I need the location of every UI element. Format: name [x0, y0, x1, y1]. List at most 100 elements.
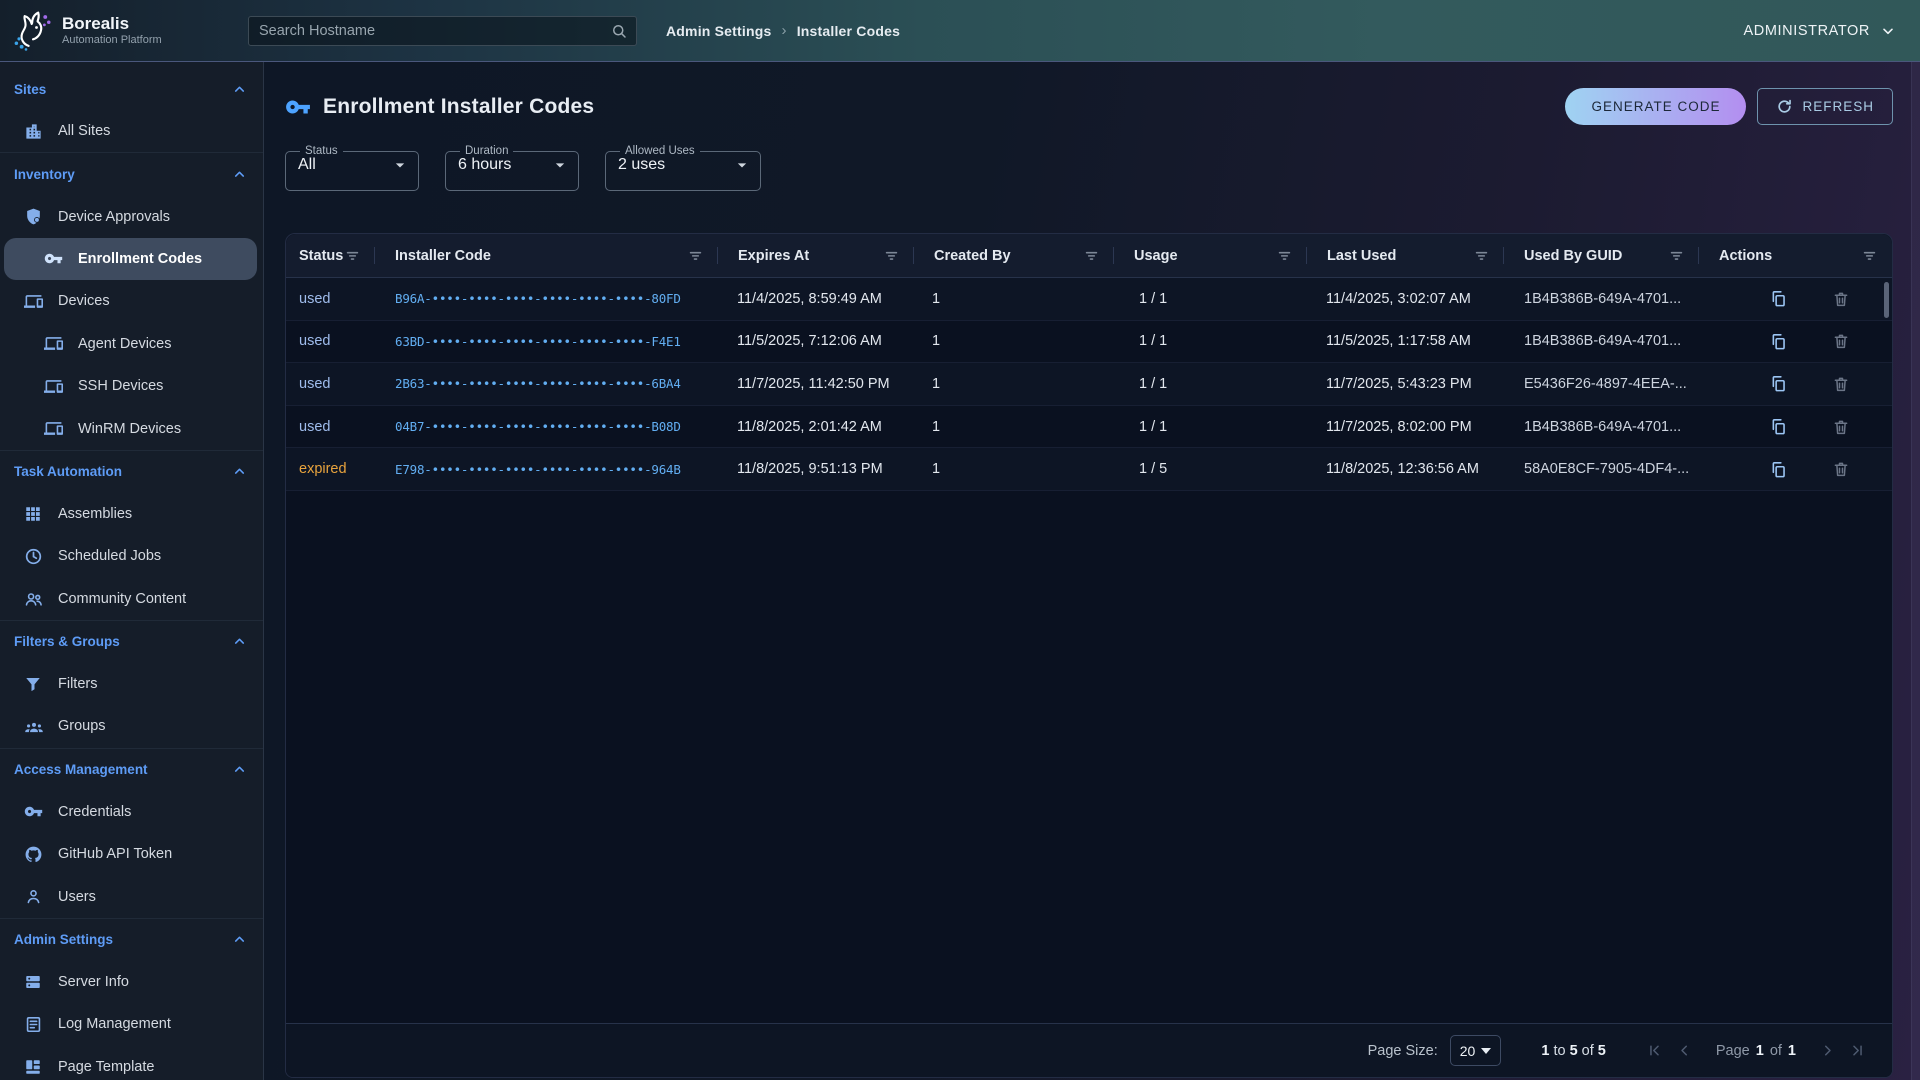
status-badge: used: [299, 333, 330, 349]
delete-button[interactable]: [1832, 375, 1850, 393]
search-box[interactable]: [248, 16, 637, 46]
copy-button[interactable]: [1769, 332, 1788, 351]
usage: 1 / 1: [1114, 333, 1307, 349]
previous-page-button[interactable]: [1672, 1038, 1698, 1064]
duration-filter-select[interactable]: Duration 6 hours: [445, 145, 579, 191]
breadcrumb: Admin Settings › Installer Codes: [666, 22, 900, 39]
page-size-select[interactable]: 20: [1450, 1035, 1502, 1066]
sidebar-item-label: Device Approvals: [58, 209, 170, 225]
status-badge: used: [299, 376, 330, 392]
delete-button[interactable]: [1832, 418, 1850, 436]
table-row: used 04B7-••••-••••-••••-••••-••••-••••-…: [286, 406, 1892, 449]
sidebar-item-users[interactable]: Users: [0, 875, 263, 917]
sidebar-item-filters[interactable]: Filters: [0, 663, 263, 705]
page-scrollbar[interactable]: [1911, 62, 1920, 1080]
column-header-usage[interactable]: Usage: [1114, 234, 1307, 277]
column-header-status[interactable]: Status: [286, 234, 375, 277]
key-icon: [44, 249, 64, 269]
sidebar-item-label: Enrollment Codes: [78, 251, 202, 267]
filter-icon[interactable]: [1473, 247, 1490, 264]
sidebar-item-groups[interactable]: Groups: [0, 705, 263, 747]
sidebar-item-server-info[interactable]: Server Info: [0, 961, 263, 1003]
generate-code-button[interactable]: GENERATE CODE: [1565, 88, 1746, 125]
column-header-actions[interactable]: Actions: [1699, 234, 1892, 277]
groups-icon: [24, 716, 44, 736]
created-by: 1: [914, 419, 1114, 435]
delete-button[interactable]: [1832, 290, 1850, 308]
copy-button[interactable]: [1769, 289, 1788, 308]
sidebar-item-agent-devices[interactable]: Agent Devices: [0, 323, 263, 365]
column-header-expires-at[interactable]: Expires At: [718, 234, 914, 277]
sidebar-section-filters-groups[interactable]: Filters & Groups: [0, 621, 263, 663]
table-row: used 63BD-••••-••••-••••-••••-••••-••••-…: [286, 321, 1892, 364]
column-header-last-used[interactable]: Last Used: [1307, 234, 1504, 277]
sidebar-item-enrollment-codes[interactable]: Enrollment Codes: [4, 238, 257, 280]
sidebar-item-winrm-devices[interactable]: WinRM Devices: [0, 407, 263, 449]
breadcrumb-admin-settings[interactable]: Admin Settings: [666, 23, 771, 39]
allowed-uses-filter-value: 2 uses: [618, 156, 732, 174]
trash-icon: [1832, 375, 1850, 393]
filter-icon[interactable]: [1276, 247, 1293, 264]
sidebar-section-task-automation[interactable]: Task Automation: [0, 451, 263, 493]
sidebar-item-label: Community Content: [58, 591, 186, 607]
installer-code[interactable]: 63BD-••••-••••-••••-••••-••••-••••-F4E1: [375, 334, 718, 349]
pager: Page1 of1: [1642, 1038, 1870, 1064]
installer-code[interactable]: E798-••••-••••-••••-••••-••••-••••-964B: [375, 462, 718, 477]
installer-code[interactable]: 04B7-••••-••••-••••-••••-••••-••••-B08D: [375, 419, 718, 434]
installer-code[interactable]: B96A-••••-••••-••••-••••-••••-••••-80FD: [375, 291, 718, 306]
sidebar-item-github-api-token[interactable]: GitHub API Token: [0, 833, 263, 875]
sidebar-item-scheduled-jobs[interactable]: Scheduled Jobs: [0, 535, 263, 577]
sidebar-item-community-content[interactable]: Community Content: [0, 578, 263, 620]
filter-icon[interactable]: [687, 247, 704, 264]
sidebar-item-devices[interactable]: Devices: [0, 280, 263, 322]
sidebar-item-all-sites[interactable]: All Sites: [0, 110, 263, 152]
sidebar-item-device-approvals[interactable]: Device Approvals: [0, 195, 263, 237]
trash-icon: [1832, 418, 1850, 436]
column-header-used-by-guid[interactable]: Used By GUID: [1504, 234, 1699, 277]
sidebar-section-inventory[interactable]: Inventory: [0, 153, 263, 195]
search-input[interactable]: [259, 23, 610, 39]
table-scrollbar-thumb[interactable]: [1884, 282, 1889, 318]
copy-icon: [1769, 289, 1788, 308]
copy-button[interactable]: [1769, 460, 1788, 479]
filter-icon[interactable]: [883, 247, 900, 264]
delete-button[interactable]: [1832, 332, 1850, 350]
app-window: Borealis Automation Platform Admin Setti…: [0, 0, 1920, 1080]
breadcrumb-installer-codes[interactable]: Installer Codes: [797, 23, 900, 39]
sidebar-item-label: Server Info: [58, 974, 129, 990]
expires-at: 11/5/2025, 7:12:06 AM: [718, 333, 914, 349]
used-by-guid: 1B4B386B-649A-4701...: [1504, 291, 1699, 307]
refresh-icon: [1776, 98, 1793, 115]
table-body: used B96A-••••-••••-••••-••••-••••-••••-…: [286, 278, 1892, 1023]
allowed-uses-filter-select[interactable]: Allowed Uses 2 uses: [605, 145, 761, 191]
delete-button[interactable]: [1832, 460, 1850, 478]
duration-filter-value: 6 hours: [458, 156, 550, 174]
codes-table: Status Installer Code Expires At Created…: [285, 233, 1893, 1078]
refresh-button[interactable]: REFRESH: [1757, 88, 1893, 125]
sidebar-item-ssh-devices[interactable]: SSH Devices: [0, 365, 263, 407]
first-page-button[interactable]: [1642, 1038, 1668, 1064]
filter-icon[interactable]: [1861, 247, 1878, 264]
status-filter-select[interactable]: Status All: [285, 145, 419, 191]
last-page-button[interactable]: [1844, 1038, 1870, 1064]
sidebar-item-credentials[interactable]: Credentials: [0, 791, 263, 833]
created-by: 1: [914, 461, 1114, 477]
filter-icon[interactable]: [1083, 247, 1100, 264]
copy-button[interactable]: [1769, 374, 1788, 393]
column-header-installer-code[interactable]: Installer Code: [375, 234, 718, 277]
sidebar-item-page-template[interactable]: Page Template: [0, 1046, 263, 1080]
sidebar-item-log-management[interactable]: Log Management: [0, 1003, 263, 1045]
column-header-created-by[interactable]: Created By: [914, 234, 1114, 277]
filter-icon[interactable]: [344, 247, 361, 264]
sidebar-section-admin-settings[interactable]: Admin Settings: [0, 919, 263, 961]
row-range: 1 to 5 of 5: [1541, 1043, 1606, 1059]
sidebar-item-assemblies[interactable]: Assemblies: [0, 493, 263, 535]
installer-code[interactable]: 2B63-••••-••••-••••-••••-••••-••••-6BA4: [375, 376, 718, 391]
filter-icon[interactable]: [1668, 247, 1685, 264]
user-menu[interactable]: ADMINISTRATOR: [1744, 23, 1897, 39]
next-page-button[interactable]: [1814, 1038, 1840, 1064]
sidebar-section-access-management[interactable]: Access Management: [0, 749, 263, 791]
sidebar-section-sites[interactable]: Sites: [0, 68, 263, 110]
chevron-up-icon: [232, 82, 247, 97]
copy-button[interactable]: [1769, 417, 1788, 436]
